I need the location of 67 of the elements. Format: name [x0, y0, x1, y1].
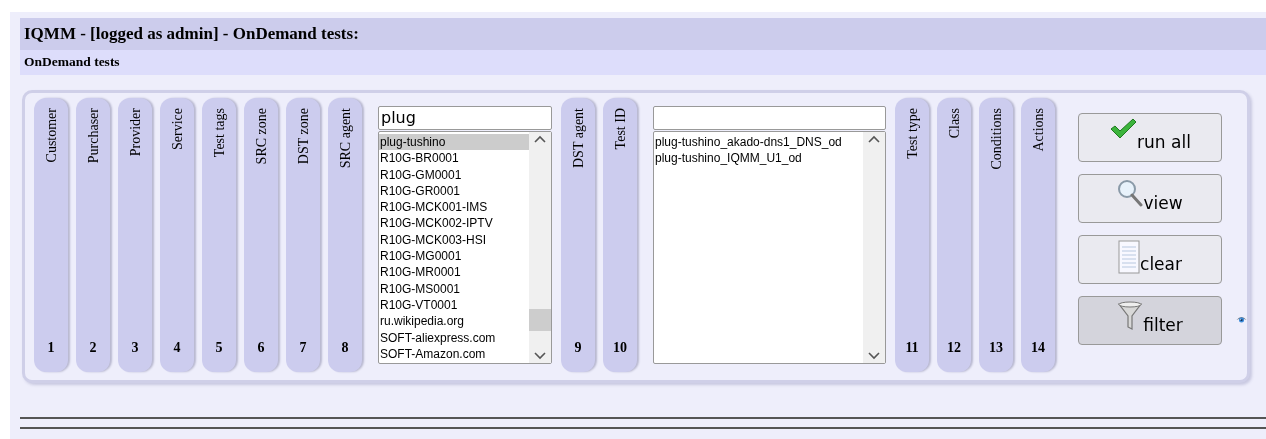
column-label: Customer: [42, 108, 60, 163]
column-label: Test tags: [210, 108, 228, 158]
column-label: DST agent: [569, 108, 587, 168]
column-label: Provider: [126, 108, 144, 157]
list-box[interactable]: plug-tushino_akado-dns1_DNS_od plug-tushino_IQMM_U1_od: [653, 131, 886, 364]
column-tab[interactable]: DST agent 9: [561, 98, 595, 372]
column-number: 1: [47, 339, 55, 357]
action-button[interactable]: run all: [1078, 113, 1222, 162]
column-tab[interactable]: Test type 11: [895, 98, 929, 372]
list-item[interactable]: R10G-MS0001: [379, 280, 529, 297]
column-number: 12: [947, 339, 961, 357]
list-item[interactable]: R10G-MR0001: [379, 264, 529, 281]
action-button[interactable]: clear: [1078, 235, 1222, 284]
column-number: 8: [341, 339, 349, 357]
list-item[interactable]: ru.wikipedia.org: [379, 313, 529, 330]
column-label: Service: [168, 108, 186, 150]
search-field[interactable]: plug: [378, 106, 552, 130]
column-label: SRC agent: [336, 108, 354, 169]
column-label: Test ID: [611, 108, 629, 150]
column-label: Actions: [1029, 108, 1047, 152]
column-tab[interactable]: Test ID 10: [603, 98, 637, 372]
column-tab[interactable]: Test tags 5: [202, 98, 236, 372]
list-item[interactable]: R10G-GM0001: [379, 166, 529, 183]
list-item[interactable]: R10G-MCK001-IMS: [379, 199, 529, 216]
section-title: OnDemand tests: [24, 53, 120, 72]
list-item[interactable]: R10G-GR0001: [379, 182, 529, 200]
column-tab[interactable]: Actions 14: [1021, 98, 1055, 372]
column-number: 13: [989, 339, 1003, 357]
list-item[interactable]: plug-tushino_IQMM_U1_od: [654, 150, 863, 167]
list-item[interactable]: R10G-MCK002-IPTV: [379, 215, 529, 232]
action-button[interactable]: filter: [1078, 296, 1222, 345]
column-tab[interactable]: Provider 3: [118, 98, 152, 372]
list-item[interactable]: plug-tushino_akado-dns1_DNS_od: [654, 134, 863, 151]
list-item[interactable]: R10G-MG0001: [379, 248, 529, 265]
action-button[interactable]: view: [1078, 174, 1222, 223]
column-label: SRC zone: [252, 108, 270, 165]
list-box[interactable]: plug-tushino R10G-BR0001 R10G-GM0001 R10G-GR0001 R10G-MCK001-IMS R10G-MCK002-IPTV R10G-MCK003-HSI R10G-MG0001 R10G-MR0001 R10G-MS0001 R10G-VT0001 ru.wikipedia.org SOFT-aliexpress.com SOFT-Amazon.com: [378, 131, 552, 364]
column-tab[interactable]: Service 4: [160, 98, 194, 372]
column-tab[interactable]: Class 12: [937, 98, 971, 372]
list-item[interactable]: SOFT-Amazon.com: [379, 345, 529, 363]
column-number: 4: [173, 339, 181, 357]
column-number: 6: [257, 339, 265, 357]
column-label: Test type: [903, 108, 921, 159]
column-label: Purchaser: [84, 108, 102, 164]
column-number: 11: [905, 339, 919, 357]
list-item[interactable]: R10G-VT0001: [379, 296, 529, 314]
column-label: Class: [945, 108, 963, 139]
column-number: 9: [574, 339, 582, 357]
list-item[interactable]: plug-tushino: [379, 134, 529, 151]
column-number: 2: [89, 339, 97, 357]
list-item[interactable]: R10G-BR0001: [379, 150, 529, 167]
column-number: 3: [131, 339, 139, 357]
page-title: IQMM - [logged as admin] - OnDemand tests:: [24, 23, 359, 46]
column-tab[interactable]: SRC zone 6: [244, 98, 278, 372]
list-item[interactable]: R10G-MCK003-HSI: [379, 231, 529, 249]
column-tab[interactable]: Purchaser 2: [76, 98, 110, 372]
column-label: DST zone: [294, 108, 312, 165]
column-tab[interactable]: Conditions 13: [979, 98, 1013, 372]
column-tab[interactable]: DST zone 7: [286, 98, 320, 372]
column-number: 5: [215, 339, 223, 357]
column-tab[interactable]: Customer 1: [34, 98, 68, 372]
column-number: 7: [299, 339, 307, 357]
list-item[interactable]: SOFT-aliexpress.com: [379, 329, 529, 346]
column-number: 14: [1031, 339, 1045, 357]
column-number: 10: [613, 339, 627, 357]
column-tab[interactable]: SRC agent 8: [328, 98, 362, 372]
column-label: Conditions: [987, 108, 1005, 170]
